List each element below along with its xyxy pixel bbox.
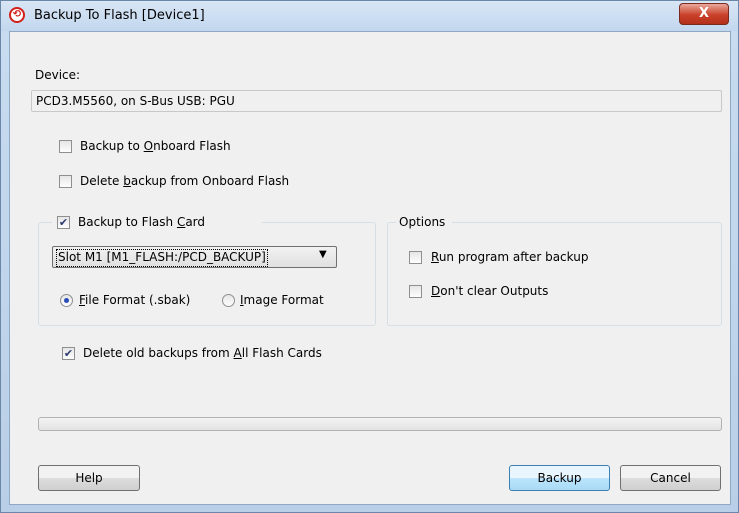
label-text: un program after backup — [438, 250, 589, 264]
label-text: ackup from Onboard Flash — [130, 174, 290, 188]
label-text: Backup to — [80, 139, 144, 153]
backup-onboard-label[interactable]: Backup to Onboard Flash — [80, 139, 231, 153]
dont-clear-outputs-checkbox[interactable] — [409, 285, 422, 298]
accel-key: O — [143, 139, 154, 153]
file-format-label[interactable]: File Format (.sbak) — [79, 293, 190, 307]
cancel-button[interactable]: Cancel — [620, 465, 721, 491]
check-mark-icon: ✔ — [58, 216, 69, 229]
backup-flash-card-label[interactable]: Backup to Flash Card — [78, 215, 205, 229]
label-text: Delete old backups from — [83, 346, 234, 360]
delete-old-backups-label[interactable]: Delete old backups from All Flash Cards — [83, 346, 322, 360]
backup-progress-bar — [38, 417, 722, 431]
flash-card-group — [38, 222, 376, 326]
label-text: on't clear Outputs — [440, 284, 549, 298]
app-icon: ⟲ — [9, 7, 25, 23]
run-program-label[interactable]: Run program after backup — [431, 250, 588, 264]
accel-key: A — [233, 346, 242, 360]
backup-flash-card-checkbox[interactable]: ✔ — [57, 216, 70, 229]
close-button[interactable]: X — [679, 3, 729, 25]
device-label: Device: — [35, 68, 81, 82]
label-text: ll Flash Cards — [241, 346, 322, 360]
dont-clear-outputs-label[interactable]: Don't clear Outputs — [431, 284, 548, 298]
options-group — [387, 222, 722, 326]
delete-old-backups-checkbox[interactable]: ✔ — [62, 347, 75, 360]
device-field: PCD3.M5560, on S-Bus USB: PGU — [31, 90, 722, 112]
label-text: nboard Flash — [153, 139, 231, 153]
close-icon: X — [698, 6, 710, 21]
window-title: Backup To Flash [Device1] — [34, 8, 205, 23]
backup-button[interactable]: Backup — [509, 465, 610, 491]
backup-onboard-checkbox[interactable] — [59, 140, 72, 153]
label-text: mage Format — [243, 293, 324, 307]
label-text: Backup to Flash — [78, 215, 177, 229]
chevron-down-icon: ▼ — [319, 249, 327, 260]
device-value: PCD3.M5560, on S-Bus USB: PGU — [36, 94, 235, 108]
image-format-label[interactable]: Image Format — [240, 293, 324, 307]
label-text: Delete — [80, 174, 124, 188]
check-mark-icon: ✔ — [63, 347, 74, 360]
delete-onboard-checkbox[interactable] — [59, 175, 72, 188]
title-bar[interactable]: ⟲ Backup To Flash [Device1] X — [1, 1, 738, 31]
accel-key: b — [123, 174, 131, 188]
slot-select-value: Slot M1 [M1_FLASH:/PCD_BACKUP] — [56, 249, 268, 267]
options-title: Options — [399, 215, 446, 229]
file-format-radio[interactable] — [60, 294, 73, 307]
delete-onboard-label[interactable]: Delete backup from Onboard Flash — [80, 174, 289, 188]
slot-select[interactable]: Slot M1 [M1_FLASH:/PCD_BACKUP] ▼ — [52, 246, 337, 268]
accel-key: D — [431, 284, 441, 298]
image-format-radio[interactable] — [222, 294, 235, 307]
label-text: ile Format (.sbak) — [85, 293, 191, 307]
help-button[interactable]: Help — [38, 465, 140, 491]
accel-key: R — [431, 250, 439, 264]
run-program-checkbox[interactable] — [409, 251, 422, 264]
label-text: ard — [185, 215, 206, 229]
